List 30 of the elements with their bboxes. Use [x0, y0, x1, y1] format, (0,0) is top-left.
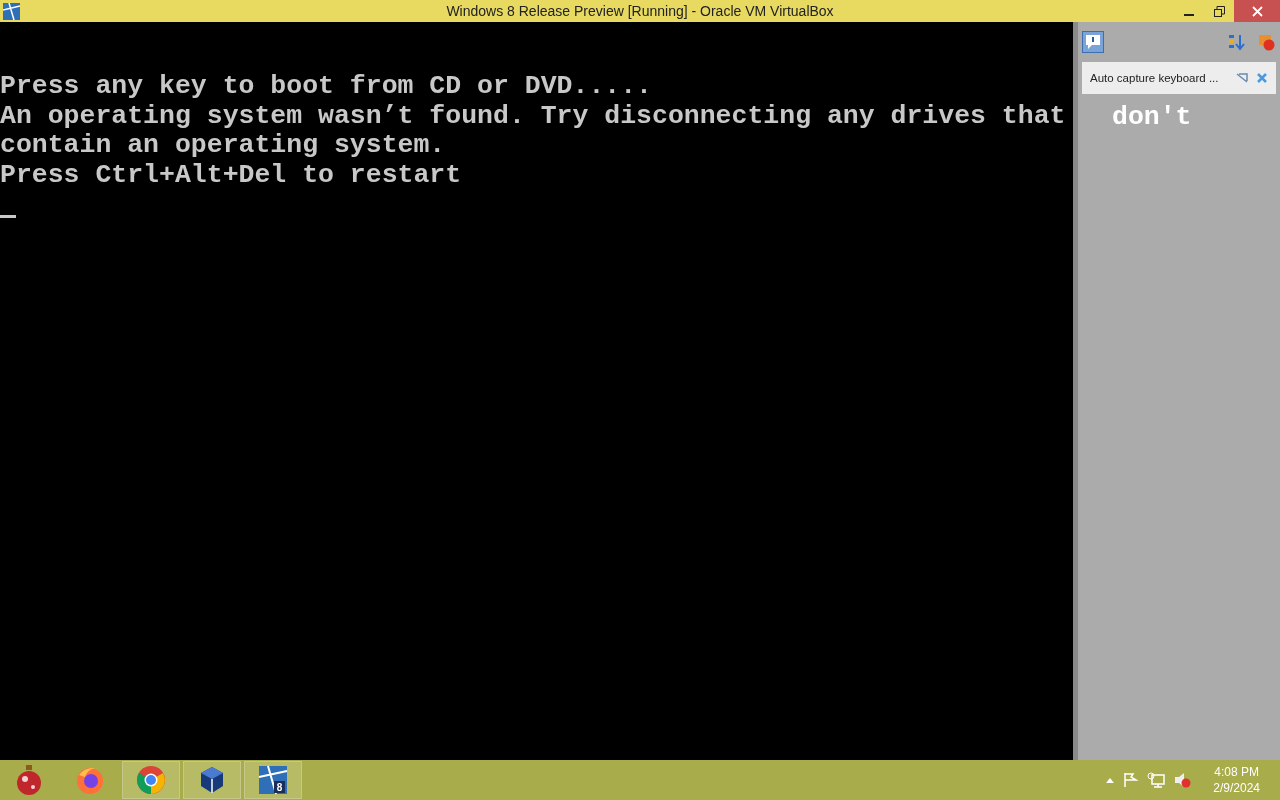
browser-icon — [75, 765, 105, 795]
notification-text: Auto capture keyboard ... — [1090, 72, 1220, 84]
chrome-icon — [136, 765, 166, 795]
flag-icon[interactable] — [1123, 772, 1140, 788]
vm-icon: 8 — [258, 765, 288, 795]
network-icon[interactable] — [1147, 772, 1166, 788]
sort-icon[interactable] — [1228, 33, 1246, 51]
taskbar-button[interactable] — [122, 761, 180, 799]
console-line: Press any key to boot from CD or DVD..... — [0, 72, 653, 102]
message-icon[interactable] — [1082, 31, 1104, 53]
restore-icon — [1213, 5, 1225, 17]
close-icon[interactable] — [1256, 72, 1268, 84]
console-overflow-text: don't — [1112, 102, 1192, 132]
taskbar-button[interactable]: 8 — [244, 761, 302, 799]
app-icon — [3, 2, 20, 20]
console-line: contain an operating system. — [0, 131, 447, 161]
console-line: An operating system wasn’t found. Try disconnecting any drives that — [0, 101, 1067, 131]
taskbar-button[interactable] — [183, 761, 241, 799]
clock-date[interactable]: 2/9/2024 — [1213, 780, 1260, 796]
window-title: Windows 8 Release Preview [Running] - Oracle VM VirtualBox — [446, 3, 834, 19]
close-button[interactable] — [1234, 0, 1280, 22]
text-cursor — [0, 215, 16, 218]
show-hidden-icons-icon[interactable] — [1105, 776, 1116, 784]
minimize-icon — [1184, 14, 1194, 16]
cube-icon — [199, 765, 225, 795]
console-line: Press Ctrl+Alt+Del to restart — [0, 160, 463, 190]
speaker-muted-icon[interactable] — [1173, 771, 1192, 789]
clock-time[interactable]: 4:08 PM — [1214, 764, 1259, 780]
close-icon — [1251, 5, 1263, 17]
ornament-icon — [15, 764, 43, 796]
